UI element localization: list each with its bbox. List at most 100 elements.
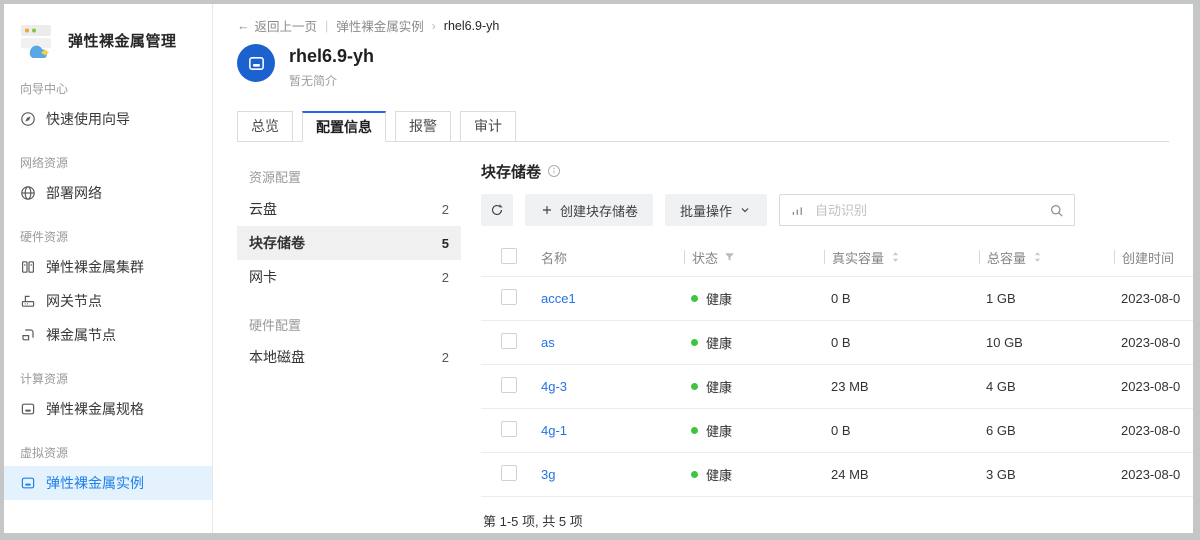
table-row: 4g-1 健康 0 B 6 GB 2023-08-0 — [481, 409, 1193, 453]
config-nav-item-count: 2 — [442, 350, 449, 365]
globe-icon — [20, 185, 36, 201]
status-dot — [691, 471, 698, 478]
column-status: 状态 — [684, 248, 824, 267]
tab-overview[interactable]: 总览 — [237, 111, 293, 142]
row-checkbox[interactable] — [501, 333, 517, 349]
total-capacity-cell: 3 GB — [979, 467, 1114, 482]
tab-audit[interactable]: 审计 — [460, 111, 516, 142]
created-time-cell: 2023-08-0 — [1114, 291, 1193, 306]
status-filter-icon[interactable] — [723, 250, 736, 264]
tab-config[interactable]: 配置信息 — [302, 111, 386, 142]
row-checkbox[interactable] — [501, 377, 517, 393]
config-nav-item-label: 云盘 — [249, 199, 277, 219]
instance-header: rhel6.9-yh 暂无简介 — [213, 44, 1193, 89]
select-all-checkbox[interactable] — [501, 248, 517, 264]
tab-label: 配置信息 — [316, 119, 372, 135]
instance-avatar — [237, 44, 275, 82]
app-header: 弹性裸金属管理 — [4, 4, 212, 62]
window-frame: 弹性裸金属管理 向导中心 快速使用向导 网络资源 部署网络 硬件资源 弹性裸金属… — [0, 0, 1200, 540]
breadcrumb: ← 返回上一页 | 弹性裸金属实例 › rhel6.9-yh — [213, 4, 1193, 35]
filter-bars-icon[interactable] — [790, 203, 805, 218]
app-window: 弹性裸金属管理 向导中心 快速使用向导 网络资源 部署网络 硬件资源 弹性裸金属… — [4, 4, 1193, 533]
main-content: ← 返回上一页 | 弹性裸金属实例 › rhel6.9-yh rhel6.9-y… — [213, 4, 1193, 533]
real-capacity-cell: 0 B — [824, 423, 979, 438]
column-total-capacity: 总容量 — [979, 248, 1114, 267]
table-row: 3g 健康 24 MB 3 GB 2023-08-0 — [481, 453, 1193, 497]
drive-icon — [247, 54, 266, 73]
sort-icon[interactable] — [889, 250, 902, 264]
total-capacity-cell: 1 GB — [979, 291, 1114, 306]
sidebar-item-deploy-network[interactable]: 部署网络 — [4, 176, 212, 210]
tab-label: 报警 — [409, 118, 437, 134]
table-toolbar: 创建块存储卷 批量操作 — [481, 194, 1193, 226]
config-nav-item-label: 块存储卷 — [249, 233, 305, 253]
sidebar-item-bm-instance[interactable]: 弹性裸金属实例 — [4, 466, 212, 500]
sidebar-section-label: 向导中心 — [4, 72, 212, 102]
sidebar-section-label: 计算资源 — [4, 362, 212, 392]
tab-alerts[interactable]: 报警 — [395, 111, 451, 142]
total-capacity-cell: 4 GB — [979, 379, 1114, 394]
created-time-cell: 2023-08-0 — [1114, 335, 1193, 350]
sidebar-item-bm-spec[interactable]: 弹性裸金属规格 — [4, 392, 212, 426]
row-checkbox[interactable] — [501, 465, 517, 481]
drive-icon — [20, 475, 36, 491]
sidebar-item-label: 网关节点 — [46, 291, 102, 311]
volume-name-link[interactable]: acce1 — [541, 291, 576, 306]
sidebar-item-label: 弹性裸金属规格 — [46, 399, 144, 419]
gateway-icon — [20, 293, 36, 309]
column-created: 创建时间 — [1114, 248, 1193, 267]
sidebar-item-gateway-node[interactable]: 网关节点 — [4, 284, 212, 318]
search-icon[interactable] — [1049, 203, 1064, 218]
volume-name-link[interactable]: 3g — [541, 467, 555, 482]
config-nav-item-nic[interactable]: 网卡 2 — [237, 260, 461, 294]
config-nav-item-count: 5 — [442, 236, 449, 251]
status-label: 健康 — [706, 421, 732, 440]
sort-icon[interactable] — [1031, 250, 1044, 264]
sidebar-item-bm-cluster[interactable]: 弹性裸金属集群 — [4, 250, 212, 284]
chevron-down-icon — [738, 203, 752, 217]
back-label: 返回上一页 — [255, 16, 318, 35]
volume-name-link[interactable]: 4g-1 — [541, 423, 567, 438]
sidebar-section-label: 虚拟资源 — [4, 436, 212, 466]
sidebar-section-label: 网络资源 — [4, 146, 212, 176]
tab-label: 审计 — [474, 118, 502, 134]
sidebar-sections: 向导中心 快速使用向导 网络资源 部署网络 硬件资源 弹性裸金属集群 网关节点 … — [4, 72, 212, 500]
search-input[interactable] — [813, 202, 1041, 219]
sidebar-item-label: 快速使用向导 — [46, 109, 130, 129]
status-dot — [691, 383, 698, 390]
create-volume-button[interactable]: 创建块存储卷 — [525, 194, 653, 226]
sidebar-item-label: 弹性裸金属集群 — [46, 257, 144, 277]
volumes-table: 名称 状态 真实容量 — [481, 238, 1193, 497]
real-capacity-cell: 23 MB — [824, 379, 979, 394]
row-checkbox[interactable] — [501, 289, 517, 305]
info-icon[interactable] — [547, 164, 561, 178]
refresh-button[interactable] — [481, 194, 513, 226]
table-row: acce1 健康 0 B 1 GB 2023-08-0 — [481, 277, 1193, 321]
sidebar-item-bm-node[interactable]: 裸金属节点 — [4, 318, 212, 352]
config-nav-item-cloud-disk[interactable]: 云盘 2 — [237, 192, 461, 226]
status-dot — [691, 427, 698, 434]
sidebar-item-label: 裸金属节点 — [46, 325, 116, 345]
back-link[interactable]: ← 返回上一页 — [237, 16, 317, 35]
search-box — [779, 194, 1075, 226]
real-capacity-cell: 0 B — [824, 291, 979, 306]
batch-actions-button[interactable]: 批量操作 — [665, 194, 767, 226]
created-time-cell: 2023-08-0 — [1114, 467, 1193, 482]
page-title: rhel6.9-yh — [289, 44, 374, 68]
breadcrumb-current: rhel6.9-yh — [444, 19, 500, 33]
breadcrumb-parent[interactable]: 弹性裸金属实例 — [336, 16, 424, 35]
config-nav-group-label: 硬件配置 — [237, 308, 461, 340]
status-label: 健康 — [706, 289, 732, 308]
volume-name-link[interactable]: as — [541, 335, 555, 350]
sidebar-item-label: 部署网络 — [46, 183, 102, 203]
config-nav-item-count: 2 — [442, 202, 449, 217]
volume-name-link[interactable]: 4g-3 — [541, 379, 567, 394]
config-nav-item-block-volume[interactable]: 块存储卷 5 — [237, 226, 461, 260]
status-label: 健康 — [706, 377, 732, 396]
sidebar-item-quick-guide[interactable]: 快速使用向导 — [4, 102, 212, 136]
pagination-summary: 第 1-5 项, 共 5 项 — [481, 497, 1193, 530]
config-nav-item-count: 2 — [442, 270, 449, 285]
row-checkbox[interactable] — [501, 421, 517, 437]
created-time-cell: 2023-08-0 — [1114, 379, 1193, 394]
config-nav-item-local-disk[interactable]: 本地磁盘 2 — [237, 340, 461, 374]
